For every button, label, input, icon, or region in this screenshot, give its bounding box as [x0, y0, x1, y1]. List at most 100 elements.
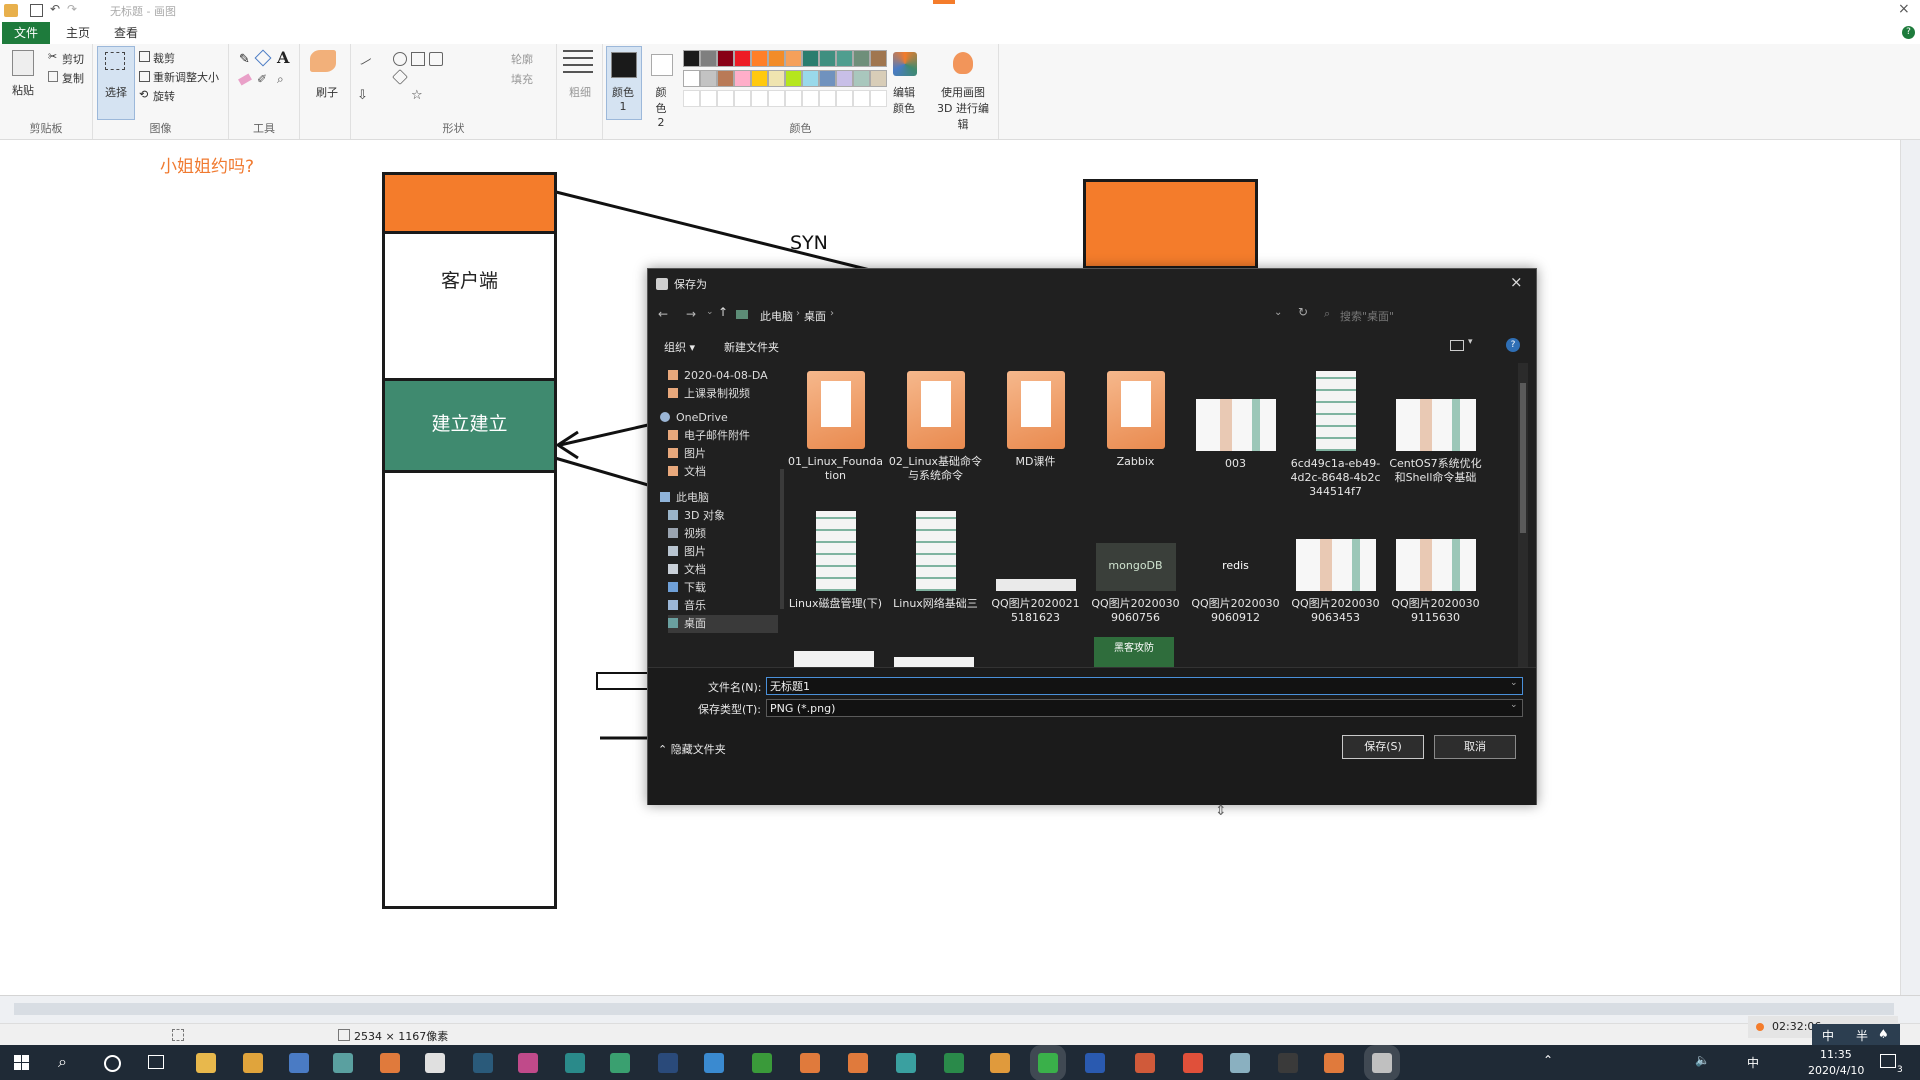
tab-view[interactable]: 查看 [102, 22, 150, 44]
tab-home[interactable]: 主页 [54, 22, 102, 44]
palette-swatch[interactable] [700, 70, 717, 87]
palette-swatch[interactable] [802, 50, 819, 67]
pencil-icon[interactable]: ✎ [239, 52, 250, 67]
palette-swatch[interactable] [683, 70, 700, 87]
palette-swatch[interactable] [768, 70, 785, 87]
fill-icon[interactable] [254, 49, 272, 67]
star-shape-icon[interactable]: ☆ [411, 88, 423, 103]
brushes-button[interactable]: 刷子 [316, 84, 338, 100]
palette-swatch[interactable] [802, 70, 819, 87]
palette-empty-swatch[interactable] [751, 90, 768, 107]
goland-icon[interactable] [565, 1053, 585, 1073]
tree-item[interactable]: 3D 对象 [668, 507, 725, 525]
rectangle-shape-icon[interactable] [411, 52, 425, 66]
rounded-rect-shape-icon[interactable] [429, 52, 443, 66]
palette-empty-swatch[interactable] [683, 90, 700, 107]
arrow-shape-icon[interactable]: ⇩ [357, 88, 368, 103]
datagrip-icon[interactable] [473, 1053, 493, 1073]
address-bar[interactable]: 此电脑 › 桌面 › [734, 305, 1174, 325]
action-center-icon[interactable] [1880, 1054, 1896, 1068]
browser-icon[interactable] [896, 1053, 916, 1073]
file-thumbnail-partial[interactable] [794, 651, 874, 667]
wechat-icon[interactable] [1030, 1045, 1066, 1080]
palette-swatch[interactable] [734, 70, 751, 87]
terminal-icon[interactable] [1278, 1053, 1298, 1073]
brush-icon[interactable] [310, 50, 336, 72]
palette-swatch[interactable] [785, 70, 802, 87]
canvas-vertical-scrollbar[interactable] [1900, 140, 1920, 995]
dialog-help-icon[interactable]: ? [1506, 338, 1520, 352]
tree-item[interactable]: 下载 [668, 579, 706, 597]
palette-swatch[interactable] [853, 70, 870, 87]
copy-button[interactable]: 复制 [62, 70, 84, 86]
close-window-icon[interactable]: × [1898, 1, 1910, 17]
color-picker-icon[interactable]: ✐ [257, 72, 267, 86]
palette-empty-swatch[interactable] [853, 90, 870, 107]
xshell-icon[interactable] [848, 1053, 868, 1073]
tray-volume-icon[interactable]: 🔈 [1695, 1053, 1710, 1067]
powerpoint-icon[interactable] [1135, 1053, 1155, 1073]
cancel-button[interactable]: 取消 [1434, 735, 1516, 759]
palette-empty-swatch[interactable] [717, 90, 734, 107]
crop-button[interactable]: 裁剪 [153, 50, 175, 66]
filename-input[interactable]: 无标题1 [766, 677, 1523, 695]
file-item[interactable]: 003 [1188, 371, 1283, 471]
palette-empty-swatch[interactable] [768, 90, 785, 107]
file-item[interactable]: Linux网络基础三 [888, 511, 983, 611]
fill-button[interactable]: 填充 [511, 71, 533, 87]
tray-up-arrow-icon[interactable]: ⌃ [1543, 1053, 1553, 1067]
edit-colors-icon[interactable] [893, 52, 917, 76]
palette-swatch[interactable] [751, 70, 768, 87]
color2-swatch[interactable] [651, 54, 673, 76]
chrome-icon[interactable] [243, 1053, 263, 1073]
breadcrumb-desktop[interactable]: 桌面 [804, 308, 826, 324]
palette-empty-swatch[interactable] [802, 90, 819, 107]
filetype-select[interactable]: PNG (*.png) [766, 699, 1523, 717]
palette-empty-swatch[interactable] [819, 90, 836, 107]
ime-status-widget[interactable]: 中 半 ♠ [1812, 1024, 1900, 1046]
word-icon[interactable] [1085, 1053, 1105, 1073]
tree-item[interactable]: 文档 [668, 561, 706, 579]
file-item[interactable]: CentOS7系统优化和Shell命令基础 [1388, 371, 1483, 485]
file-item[interactable]: QQ图片20200309115630 [1388, 511, 1483, 625]
palette-swatch[interactable] [836, 50, 853, 67]
back-icon[interactable]: ← [658, 307, 668, 321]
clock-date[interactable]: 2020/4/10 [1808, 1064, 1864, 1077]
tree-item[interactable]: 图片 [668, 543, 706, 561]
file-item[interactable]: QQ图片20200309063453 [1288, 511, 1383, 625]
edit-colors-button[interactable]: 编辑颜色 [889, 84, 919, 116]
refresh-icon[interactable]: ↻ [1298, 305, 1308, 319]
palette-empty-swatch[interactable] [870, 90, 887, 107]
search-input[interactable]: 搜索"桌面" [1340, 308, 1394, 324]
save-button[interactable]: 保存(S) [1342, 735, 1424, 759]
palette-empty-swatch[interactable] [700, 90, 717, 107]
palette-swatch[interactable] [836, 70, 853, 87]
sublime-icon[interactable] [990, 1053, 1010, 1073]
eraser-icon[interactable] [238, 73, 252, 86]
photoshop-icon[interactable] [658, 1053, 678, 1073]
file-item[interactable]: Linux磁盘管理(下) [788, 511, 883, 611]
tray-ime-label[interactable]: 中 [1747, 1054, 1759, 1071]
paint3d-icon[interactable] [953, 52, 973, 74]
file-item[interactable]: 6cd49c1a-eb49-4d2c-8648-4b2c344514f7 [1288, 371, 1383, 499]
tree-item[interactable]: 上课录制视频 [668, 385, 750, 403]
file-item[interactable]: QQ图片20200215181623 [988, 511, 1083, 625]
palette-swatch[interactable] [683, 50, 700, 67]
palette-swatch[interactable] [751, 50, 768, 67]
tree-item[interactable]: 电子邮件附件 [668, 427, 750, 445]
palette-swatch[interactable] [870, 50, 887, 67]
file-thumbnail-partial[interactable]: 黑客攻防 [1094, 637, 1174, 667]
hide-folders-toggle[interactable]: ⌃ 隐藏文件夹 [658, 741, 726, 757]
breadcrumb-pc[interactable]: 此电脑 [760, 308, 793, 324]
address-dropdown-icon[interactable]: ⌄ [1274, 307, 1282, 318]
paste-icon[interactable] [12, 50, 34, 76]
netease-icon[interactable] [1183, 1053, 1203, 1073]
tree-item[interactable]: OneDrive [660, 409, 728, 427]
file-item[interactable]: redis QQ图片20200309060912 [1188, 511, 1283, 625]
file-item[interactable]: 02_Linux基础命令与系统命令 [888, 371, 983, 483]
palette-swatch[interactable] [853, 50, 870, 67]
palette-swatch[interactable] [734, 50, 751, 67]
palette-swatch[interactable] [870, 70, 887, 87]
palette-empty-swatch[interactable] [836, 90, 853, 107]
dialog-close-icon[interactable]: × [1510, 273, 1523, 291]
